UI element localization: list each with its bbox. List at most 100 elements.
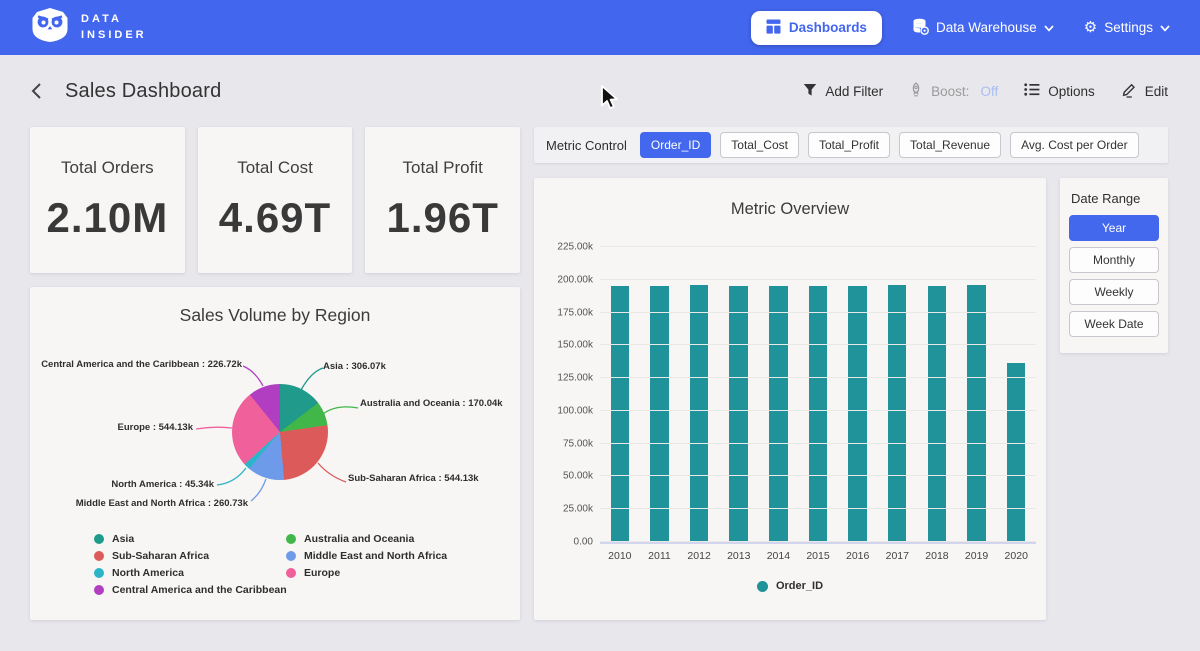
add-filter-button[interactable]: Add Filter — [803, 83, 883, 100]
legend-label: Sub-Saharan Africa — [112, 550, 209, 562]
add-filter-label: Add Filter — [825, 84, 883, 99]
bar-2019[interactable] — [967, 285, 986, 542]
y-axis-tick: 125.00k — [557, 373, 593, 384]
pie-callout-central-america-and-the-caribbean: Central America and the Caribbean : 226.… — [41, 359, 242, 370]
pencil-icon — [1121, 82, 1137, 101]
pie-chart[interactable] — [232, 384, 328, 480]
metric-option-avg-cost-per-order[interactable]: Avg. Cost per Order — [1010, 132, 1139, 158]
kpi-label: Total Cost — [237, 158, 313, 178]
date-range-weekly[interactable]: Weekly — [1069, 279, 1159, 305]
x-axis-label: 2020 — [996, 550, 1036, 562]
top-navbar: DATA INSIDER Dashboards — [0, 0, 1200, 55]
kpi-value: 2.10M — [46, 194, 168, 242]
date-range-year[interactable]: Year — [1069, 215, 1159, 241]
metric-control-bar: Metric Control Order_ID Total_Cost Total_P… — [534, 127, 1168, 163]
pie-callout-asia: Asia : 306.07k — [323, 361, 386, 372]
kpi-card-total-cost: Total Cost 4.69T — [198, 127, 353, 273]
pie-callout-europe: Europe : 544.13k — [117, 422, 193, 433]
metric-control-buttons: Order_ID Total_Cost Total_Profit Total_Reve… — [640, 132, 1139, 158]
nav-menu: Dashboards Data Warehouse ⚙ Settings — [751, 11, 1170, 45]
legend-item-sub-saharan-africa[interactable]: Sub-Saharan Africa — [94, 550, 286, 562]
brand-line1: DATA — [81, 12, 147, 28]
brand-logo[interactable]: DATA INSIDER — [30, 7, 147, 48]
legend-label: Order_ID — [776, 580, 823, 592]
back-button[interactable] — [30, 82, 43, 100]
data-warehouse-menu[interactable]: Data Warehouse — [912, 18, 1054, 38]
bar-chart-panel: Metric Overview 225.00k200.00k175.00k150… — [534, 178, 1046, 620]
legend-item-north-america[interactable]: North America — [94, 567, 286, 579]
metric-option-total-cost[interactable]: Total_Cost — [720, 132, 799, 158]
chevron-down-icon — [1044, 20, 1054, 35]
kpi-label: Total Profit — [403, 158, 483, 178]
bar-2013[interactable] — [729, 286, 748, 542]
chevron-down-icon — [1160, 20, 1170, 35]
x-axis-label: 2012 — [679, 550, 719, 562]
options-label: Options — [1048, 84, 1095, 99]
legend-dot — [286, 551, 296, 561]
pie-callout-sub-saharan-africa: Sub-Saharan Africa : 544.13k — [348, 473, 479, 484]
x-axis-label: 2014 — [759, 550, 799, 562]
kpi-row: Total Orders 2.10MTotal Cost 4.69TTotal … — [30, 127, 520, 273]
bar-2014[interactable] — [769, 286, 788, 542]
legend-label: North America — [112, 567, 184, 579]
legend-label: Europe — [304, 567, 340, 579]
date-range-week-date[interactable]: Week Date — [1069, 311, 1159, 337]
gridline — [600, 410, 1036, 411]
boost-toggle[interactable]: Boost: Off — [909, 82, 998, 100]
brand-line2: INSIDER — [81, 28, 147, 44]
y-axis-tick: 25.00k — [563, 504, 593, 515]
options-button[interactable]: Options — [1024, 83, 1095, 99]
gridline — [600, 312, 1036, 313]
gear-icon: ⚙ — [1084, 20, 1097, 35]
x-axis-label: 2019 — [957, 550, 997, 562]
database-icon — [912, 18, 929, 38]
bar-2020[interactable] — [1007, 363, 1026, 542]
metric-option-total-profit[interactable]: Total_Profit — [808, 132, 890, 158]
bar-2018[interactable] — [928, 286, 947, 542]
bar-2015[interactable] — [809, 286, 828, 542]
bar-chart-title: Metric Overview — [534, 200, 1046, 219]
bar-2016[interactable] — [848, 286, 867, 542]
y-axis-tick: 50.00k — [563, 471, 593, 482]
legend-dot — [94, 534, 104, 544]
metric-control-label: Metric Control — [546, 138, 627, 153]
y-axis-tick: 175.00k — [557, 307, 593, 318]
bar-chart-plot[interactable]: 225.00k200.00k175.00k150.00k125.00k100.0… — [600, 247, 1036, 544]
legend-item-europe[interactable]: Europe — [286, 567, 447, 579]
date-range-panel: Date Range Year Monthly Weekly Week Date — [1060, 178, 1168, 353]
page-header: Sales Dashboard Add Filter Boost: Off — [0, 55, 1200, 127]
pie-legend: Asia Australia and Oceania Sub-Saharan A… — [94, 533, 447, 596]
y-axis-tick: 200.00k — [557, 274, 593, 285]
metric-option-total-revenue[interactable]: Total_Revenue — [899, 132, 1001, 158]
y-axis-tick: 225.00k — [557, 242, 593, 253]
dashboards-button[interactable]: Dashboards — [751, 11, 882, 45]
legend-item-middle-east-and-north-africa[interactable]: Middle East and North Africa — [286, 550, 447, 562]
boost-label: Boost: — [931, 84, 969, 99]
x-axis-label: 2018 — [917, 550, 957, 562]
legend-label: Australia and Oceania — [304, 533, 414, 545]
x-axis-label: 2015 — [798, 550, 838, 562]
settings-menu[interactable]: ⚙ Settings — [1084, 20, 1170, 35]
x-axis-label: 2017 — [877, 550, 917, 562]
bar-2011[interactable] — [650, 286, 669, 542]
bar-2017[interactable] — [888, 285, 907, 542]
edit-button[interactable]: Edit — [1121, 82, 1168, 101]
date-range-monthly[interactable]: Monthly — [1069, 247, 1159, 273]
bar-2010[interactable] — [611, 286, 630, 542]
dashboards-grid-icon — [766, 19, 781, 37]
legend-item-asia[interactable]: Asia — [94, 533, 286, 545]
filter-funnel-icon — [803, 83, 817, 100]
date-range-label: Date Range — [1071, 191, 1159, 206]
edit-label: Edit — [1145, 84, 1168, 99]
y-axis-tick: 100.00k — [557, 405, 593, 416]
y-axis-tick: 150.00k — [557, 340, 593, 351]
legend-item-australia-and-oceania[interactable]: Australia and Oceania — [286, 533, 447, 545]
metric-option-order-id[interactable]: Order_ID — [640, 132, 711, 158]
legend-item-central-america-and-the-caribbean[interactable]: Central America and the Caribbean — [94, 584, 286, 596]
bar-2012[interactable] — [690, 285, 709, 543]
pie-callout-middle-east-and-north-africa: Middle East and North Africa : 260.73k — [76, 498, 248, 509]
owl-logo-icon — [30, 7, 70, 48]
pie-callout-north-america: North America : 45.34k — [111, 479, 214, 490]
legend-dot — [757, 581, 768, 592]
y-axis-tick: 75.00k — [563, 438, 593, 449]
